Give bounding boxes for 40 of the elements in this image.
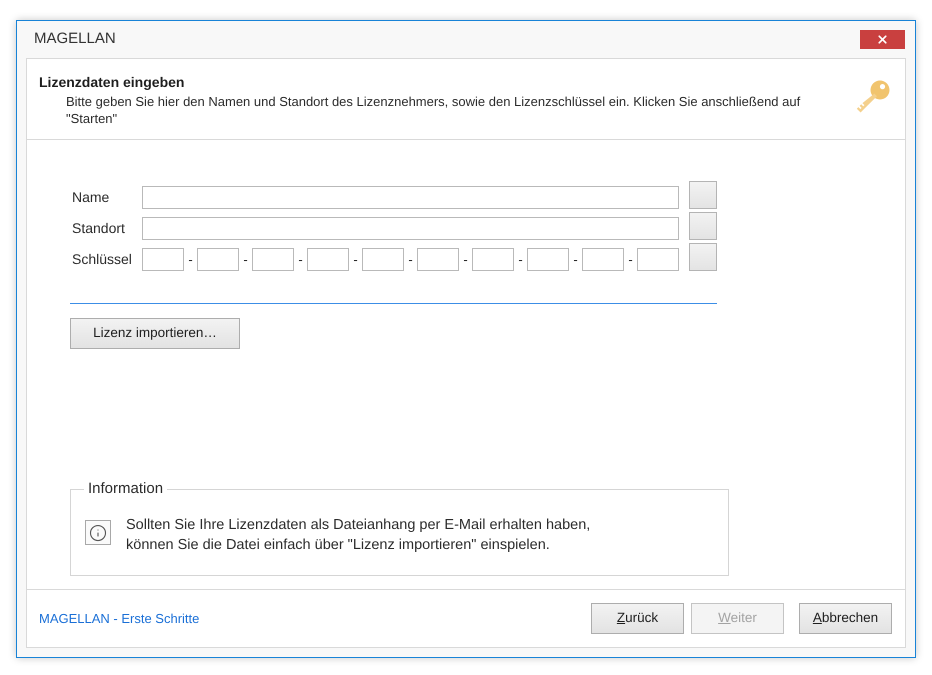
- key-segment-field[interactable]: [472, 248, 514, 270]
- key-segment-field[interactable]: [362, 248, 404, 270]
- key-separator: -: [462, 252, 469, 266]
- key-segment-field[interactable]: [637, 248, 679, 270]
- information-text: Sollten Sie Ihre Lizenzdaten als Dateianhang per E-Mail erhalten haben, können Sie die Datei einfach über "Lizenz importieren" einspielen.: [126, 516, 590, 555]
- key-separator: -: [517, 252, 524, 266]
- key-segment-field[interactable]: [197, 248, 239, 270]
- side-button[interactable]: [689, 212, 717, 240]
- key-separator: -: [627, 252, 634, 266]
- field-label: Name: [72, 188, 110, 206]
- close-icon: [876, 33, 889, 46]
- side-button[interactable]: [689, 242, 717, 271]
- key-icon: [854, 79, 890, 115]
- footer-button[interactable]: Zurück: [591, 603, 684, 634]
- key-separator: -: [407, 252, 414, 266]
- key-separator: -: [572, 252, 579, 266]
- key-segment-field[interactable]: [307, 248, 349, 270]
- text-input-field[interactable]: [142, 186, 679, 208]
- footer-button[interactable]: Abbrechen: [799, 603, 892, 634]
- text-input-field[interactable]: [142, 216, 679, 240]
- key-segment-field[interactable]: [582, 248, 624, 270]
- import-license-button[interactable]: Lizenz importieren…: [70, 318, 240, 349]
- getting-started-link[interactable]: MAGELLAN - Erste Schritte: [39, 608, 200, 628]
- key-separator: -: [352, 252, 359, 266]
- header-title: Lizenzdaten eingeben: [39, 73, 186, 91]
- info-icon: [85, 520, 111, 545]
- key-segment-field[interactable]: [527, 248, 569, 270]
- key-separator: -: [297, 252, 304, 266]
- key-segment-field[interactable]: [142, 248, 184, 270]
- close-button[interactable]: [860, 30, 905, 49]
- side-button[interactable]: [689, 180, 717, 209]
- header-description: Bitte geben Sie hier den Namen und Standort des Lizenznehmers, sowie den Lizenzschlüssel ein. Klicken Sie anschließend auf "Starten": [66, 93, 802, 127]
- window-title: MAGELLAN: [34, 29, 116, 50]
- field-label: Standort: [72, 218, 126, 238]
- key-segment-field[interactable]: [252, 248, 294, 270]
- key-segment-field[interactable]: [417, 248, 459, 270]
- groupbox-title: Information: [87, 480, 164, 498]
- key-separator: -: [187, 252, 194, 266]
- field-label: Schlüssel: [72, 250, 133, 268]
- key-separator: -: [242, 252, 249, 266]
